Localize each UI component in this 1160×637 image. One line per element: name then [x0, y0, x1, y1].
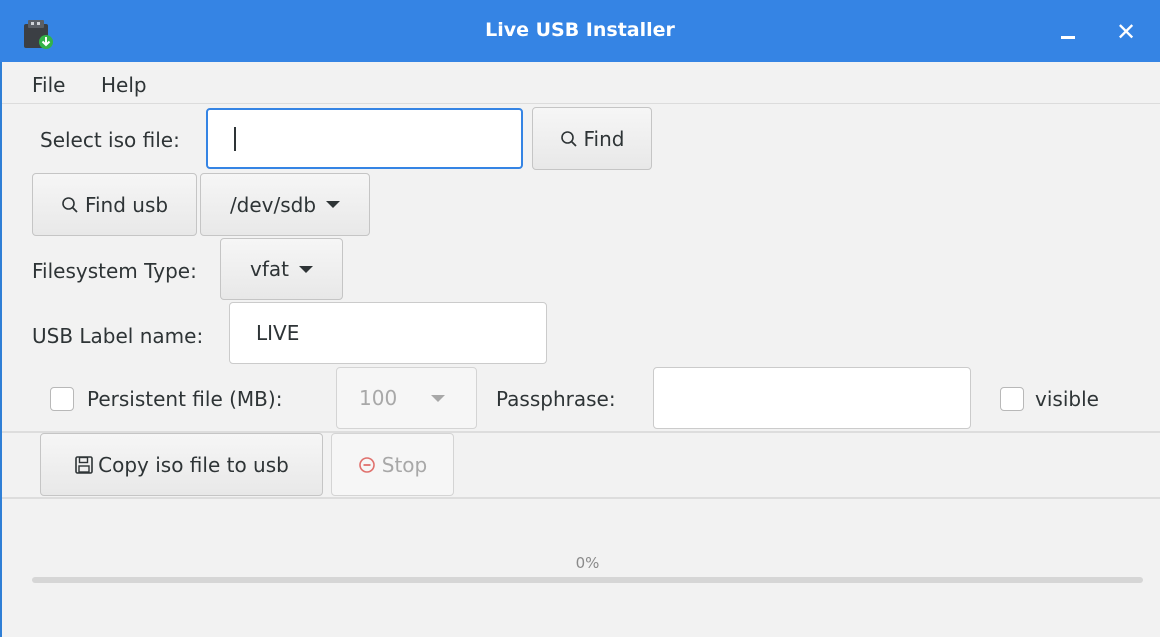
menu-bar: File Help: [0, 62, 1160, 104]
text-caret: [234, 126, 236, 151]
progress-bar: [32, 577, 1143, 583]
search-icon: [560, 130, 577, 147]
find-iso-label: Find: [583, 126, 625, 151]
persistent-file-label: Persistent file (MB):: [87, 387, 283, 411]
chevron-down-icon: [298, 265, 313, 273]
visible-label: visible: [1035, 387, 1099, 411]
stop-icon: [358, 456, 375, 473]
usb-label-value: LIVE: [256, 321, 300, 345]
minimize-button[interactable]: [1052, 16, 1084, 48]
select-iso-label: Select iso file:: [40, 128, 180, 152]
search-icon: [62, 196, 78, 213]
app-window: Live USB Installer ✕ File Help Select is…: [0, 0, 1160, 637]
progress-separator: [2, 497, 1160, 499]
filesystem-type-dropdown[interactable]: vfat: [220, 238, 343, 300]
passphrase-input[interactable]: [653, 367, 971, 429]
iso-file-input[interactable]: [206, 108, 523, 169]
title-bar[interactable]: Live USB Installer ✕: [0, 0, 1160, 62]
floppy-disk-icon: [75, 455, 93, 474]
chevron-down-icon: [431, 394, 446, 402]
filesystem-type-label: Filesystem Type:: [32, 259, 197, 283]
find-usb-button[interactable]: Find usb: [32, 173, 197, 236]
close-button[interactable]: ✕: [1110, 16, 1142, 48]
usb-label-name-label: USB Label name:: [32, 324, 204, 348]
find-iso-button[interactable]: Find: [532, 107, 652, 170]
passphrase-label: Passphrase:: [496, 387, 616, 411]
persistent-size-dropdown[interactable]: 100: [336, 367, 477, 429]
stop-label: Stop: [381, 452, 428, 477]
copy-iso-label: Copy iso file to usb: [98, 452, 289, 477]
find-usb-label: Find usb: [84, 192, 169, 217]
close-icon: ✕: [1115, 18, 1137, 46]
stop-button[interactable]: Stop: [331, 433, 454, 496]
progress-percent: 0%: [575, 554, 600, 572]
minimize-icon: [1061, 35, 1075, 39]
window-title: Live USB Installer: [485, 19, 675, 41]
persistent-checkbox[interactable]: [50, 387, 74, 411]
menu-separator: [2, 103, 1160, 104]
usb-label-input[interactable]: LIVE: [229, 302, 547, 364]
copy-iso-button[interactable]: Copy iso file to usb: [40, 433, 323, 496]
usb-device-value: /dev/sdb: [229, 192, 317, 217]
filesystem-type-value: vfat: [250, 257, 289, 281]
visible-checkbox[interactable]: [1000, 387, 1024, 411]
menu-help[interactable]: Help: [101, 73, 147, 97]
menu-file[interactable]: File: [32, 73, 65, 97]
chevron-down-icon: [326, 201, 341, 208]
persistent-size-value: 100: [359, 386, 398, 410]
usb-device-dropdown[interactable]: /dev/sdb: [200, 173, 370, 236]
